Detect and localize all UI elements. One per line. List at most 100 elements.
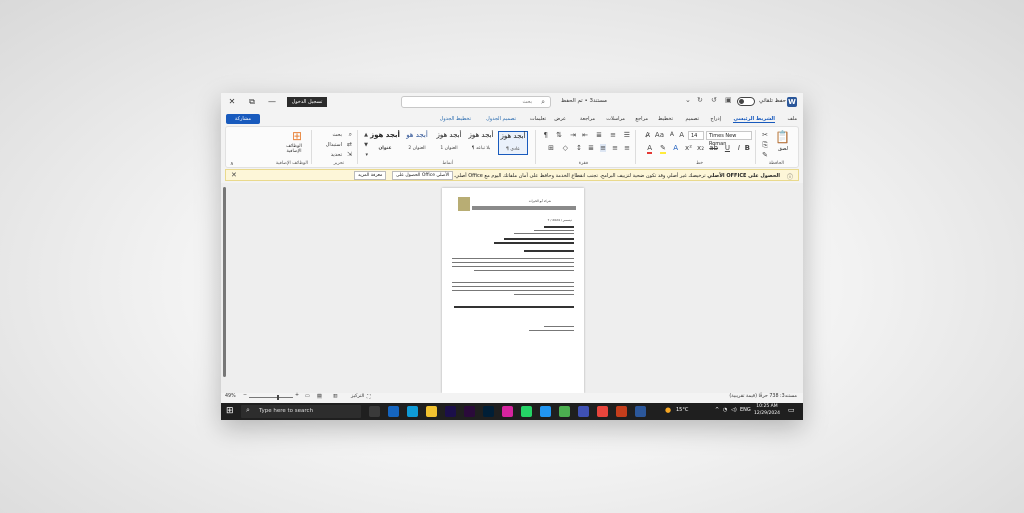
document-title[interactable]: مستند3 • تم الحفظ (561, 98, 607, 104)
tab-insert[interactable]: إدراج (710, 116, 721, 122)
tab-mailings[interactable]: مراسلات (606, 116, 625, 122)
numbering-icon[interactable]: ≡ (610, 131, 616, 139)
font-color-icon[interactable]: A (647, 144, 652, 154)
superscript-icon[interactable]: x² (685, 144, 692, 152)
windows-start-icon[interactable]: ⊞ (226, 407, 234, 416)
language-indicator[interactable]: ENG (740, 407, 751, 413)
network-icon[interactable]: ◔ (723, 407, 727, 413)
zoom-slider[interactable] (249, 397, 293, 398)
style-heading-1[interactable]: أبجد هوز العنوان 1 (434, 131, 464, 155)
close-info-bar-icon[interactable]: ✕ (231, 171, 237, 179)
increase-indent-icon[interactable]: ⇥ (570, 131, 576, 139)
cut-icon[interactable]: ✂ (762, 131, 768, 139)
volume-icon[interactable]: ◁) (731, 407, 737, 413)
align-center-icon[interactable]: ≡ (612, 144, 618, 152)
zoom-in-icon[interactable]: + (295, 393, 299, 398)
temperature[interactable]: 15°C (676, 407, 688, 413)
replace-icon[interactable]: ⇄ (347, 141, 352, 149)
task-view-icon[interactable] (369, 406, 380, 417)
powerpoint-icon[interactable] (616, 406, 627, 417)
restore-icon[interactable]: ⧉ (245, 96, 259, 108)
format-painter-icon[interactable]: ✎ (762, 151, 768, 159)
select-button[interactable]: تحديد (331, 152, 342, 158)
style-no-spacing[interactable]: أبجد هوز ¶ بلا تباعد (466, 131, 496, 155)
minimize-icon[interactable]: — (265, 96, 279, 108)
word-count[interactable]: مستند3: 738 حرفًا (قيمة تقريبية) (729, 394, 797, 399)
tab-layout[interactable]: تخطيط (658, 116, 673, 122)
italic-icon[interactable]: I (738, 144, 740, 152)
print-layout-icon[interactable]: ▤ (317, 394, 322, 399)
tray-overflow-icon[interactable]: ^ (715, 407, 719, 413)
paste-button[interactable]: لصق (778, 146, 788, 152)
zoom-slider-thumb[interactable] (277, 395, 279, 400)
multilevel-list-icon[interactable]: ≣ (596, 131, 602, 139)
word-icon[interactable] (635, 406, 646, 417)
customize-toolbar-icon[interactable]: ⌄ (685, 96, 691, 104)
photoshop-icon[interactable] (483, 406, 494, 417)
mail-icon[interactable] (388, 406, 399, 417)
edge-icon[interactable] (407, 406, 418, 417)
weather-icon[interactable]: ● (665, 406, 671, 414)
clear-formatting-icon[interactable]: A̷ (645, 131, 650, 139)
vpn-icon[interactable] (559, 406, 570, 417)
font-name-field[interactable]: Times New Roman (706, 131, 752, 147)
styles-scroll-down-icon[interactable]: ▼ (364, 141, 368, 149)
strikethrough-icon[interactable]: ab (709, 144, 718, 152)
add-ins-button[interactable]: الوظائف الإضافية (278, 144, 310, 154)
taskbar-search-input[interactable]: ⌕ Type here to search (241, 405, 361, 418)
styles-scroll-up-icon[interactable]: ▲ (364, 131, 368, 139)
bold-icon[interactable]: B (745, 144, 750, 152)
shrink-font-icon[interactable]: A (670, 131, 674, 139)
instagram-icon[interactable] (502, 406, 513, 417)
decrease-indent-icon[interactable]: ⇤ (582, 131, 588, 139)
tab-file[interactable]: ملف (787, 116, 797, 122)
line-spacing-icon[interactable]: ↕ (576, 144, 582, 152)
show-marks-icon[interactable]: ¶ (544, 131, 548, 139)
style-title[interactable]: أبجد هوز عنوان (370, 131, 400, 155)
get-genuine-office-button[interactable]: الحصول على Office الأصلي (392, 171, 454, 180)
underline-icon[interactable]: U (725, 144, 730, 152)
sort-icon[interactable]: ⇅ (556, 131, 562, 139)
web-layout-icon[interactable]: ▭ (305, 394, 310, 399)
learn-more-button[interactable]: معرفة المزيد (354, 171, 387, 180)
focus-button[interactable]: التركيز (351, 394, 364, 399)
justify-icon[interactable]: ≣ (588, 144, 594, 152)
add-ins-icon[interactable]: ⊞ (292, 130, 302, 142)
system-clock[interactable]: 10:25 AM 12/29/2024 (754, 404, 780, 417)
chrome-icon[interactable] (597, 406, 608, 417)
font-size-field[interactable]: 14 (688, 131, 704, 140)
style-normal[interactable]: أبجد هوز ¶ عادي (498, 131, 528, 155)
select-icon[interactable]: ⇲ (347, 151, 352, 159)
bullets-icon[interactable]: ☰ (624, 131, 630, 139)
find-icon[interactable]: ⌕ (349, 131, 352, 139)
grow-font-icon[interactable]: A (679, 131, 684, 139)
subscript-icon[interactable]: x₂ (697, 144, 704, 152)
control-panel-icon[interactable] (578, 406, 589, 417)
text-effects-icon[interactable]: A (673, 144, 678, 152)
whatsapp-icon[interactable] (521, 406, 532, 417)
zoom-out-icon[interactable]: − (243, 393, 247, 398)
water-drop-icon[interactable] (540, 406, 551, 417)
copy-icon[interactable]: ⎘ (762, 141, 768, 149)
style-heading-2[interactable]: أبجد هو العنوان 2 (402, 131, 432, 155)
tab-home[interactable]: الشريط الرئيسي (733, 116, 775, 123)
tab-help[interactable]: تعليمات (530, 116, 546, 122)
autosave-toggle[interactable] (737, 97, 755, 106)
redo-icon[interactable]: ↻ (697, 96, 703, 104)
tab-design[interactable]: تصميم (686, 116, 699, 122)
premiere-icon[interactable] (464, 406, 475, 417)
find-button[interactable]: بحث (332, 132, 342, 138)
align-right-icon[interactable]: ≡ (624, 144, 630, 152)
tab-view[interactable]: عرض (554, 116, 566, 122)
shading-icon[interactable]: ◇ (563, 144, 568, 152)
search-input[interactable]: بحث ⌕ (401, 96, 551, 108)
tab-review[interactable]: مراجعة (580, 116, 595, 122)
highlight-icon[interactable]: ✎ (660, 144, 666, 154)
share-button[interactable]: مشاركة (226, 114, 260, 124)
notifications-icon[interactable]: ▭ (788, 406, 795, 414)
change-case-icon[interactable]: Aa (655, 131, 664, 139)
replace-button[interactable]: استبدال (326, 142, 342, 148)
save-icon[interactable]: ▣ (725, 96, 732, 104)
vertical-scrollbar[interactable] (223, 187, 226, 377)
styles-more-icon[interactable]: ▾ (365, 151, 368, 159)
